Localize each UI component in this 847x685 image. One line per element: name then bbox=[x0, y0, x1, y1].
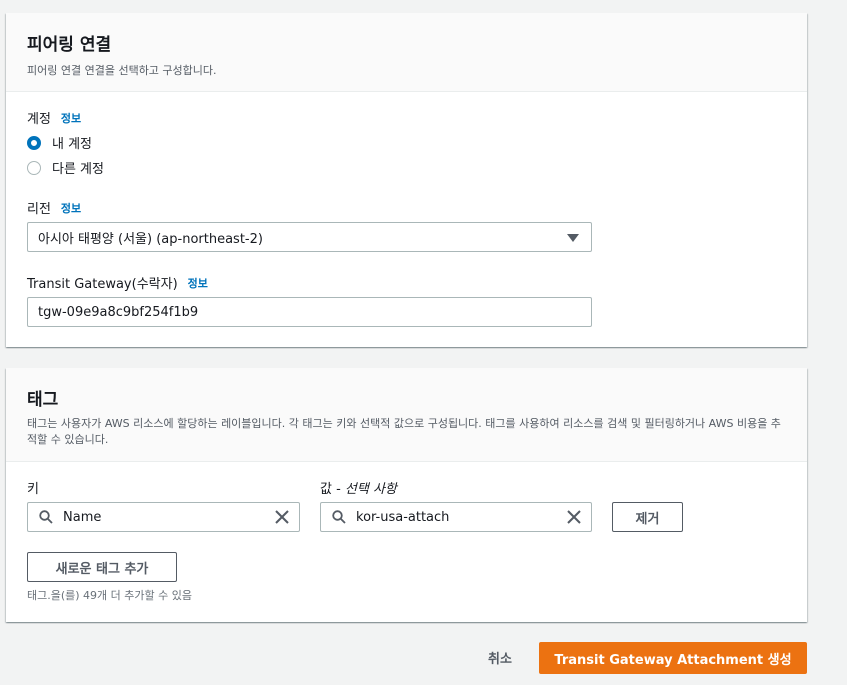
tag-value-label-optional: 선택 사항 bbox=[344, 482, 397, 497]
radio-other-account-label: 다른 계정 bbox=[52, 162, 104, 177]
tag-key-value: Name bbox=[63, 509, 102, 525]
radio-my-account-label: 내 계정 bbox=[52, 137, 93, 152]
cancel-button[interactable]: 취소 bbox=[488, 648, 512, 667]
region-select-value: 아시아 태평양 (서울) (ap-northeast-2) bbox=[38, 231, 263, 247]
tags-panel-description: 태그는 사용자가 AWS 리소스에 할당하는 레이블입니다. 각 태그는 키와 … bbox=[27, 417, 781, 446]
remove-tag-button[interactable]: 제거 bbox=[612, 502, 683, 532]
clear-icon[interactable] bbox=[275, 510, 289, 524]
region-label-row: 리전 정보 bbox=[27, 198, 81, 218]
peering-panel-title: 피어링 연결 bbox=[27, 35, 112, 55]
tags-remaining-hint: 태그.을(를) 49개 더 추가할 수 있음 bbox=[27, 589, 192, 602]
add-tag-button[interactable]: 새로운 태그 추가 bbox=[27, 552, 177, 582]
tags-panel-header: 태그 태그는 사용자가 AWS 리소스에 할당하는 레이블입니다. 각 태그는 … bbox=[6, 368, 807, 462]
radio-unchecked-icon[interactable] bbox=[27, 160, 41, 175]
tgw-input[interactable]: tgw-09e9a8c9bf254f1b9 bbox=[27, 297, 592, 327]
tgw-input-value: tgw-09e9a8c9bf254f1b9 bbox=[38, 304, 199, 320]
tags-panel: 태그 태그는 사용자가 AWS 리소스에 할당하는 레이블입니다. 각 태그는 … bbox=[6, 368, 807, 622]
tgw-label: Transit Gateway(수락자) bbox=[27, 277, 178, 292]
tags-panel-title: 태그 bbox=[27, 390, 59, 410]
tag-key-input[interactable]: Name bbox=[27, 502, 300, 532]
account-label: 계정 bbox=[27, 112, 51, 127]
create-attachment-button[interactable]: Transit Gateway Attachment 생성 bbox=[539, 642, 807, 674]
radio-other-account[interactable]: 다른 계정 bbox=[27, 158, 104, 177]
region-info-link[interactable]: 정보 bbox=[61, 200, 81, 216]
tag-value-input[interactable]: kor-usa-attach bbox=[320, 502, 592, 532]
search-icon bbox=[39, 510, 53, 524]
account-label-row: 계정 정보 bbox=[27, 108, 81, 128]
region-label: 리전 bbox=[27, 202, 51, 217]
account-info-link[interactable]: 정보 bbox=[61, 110, 81, 126]
tgw-info-link[interactable]: 정보 bbox=[188, 275, 208, 291]
tag-value-value: kor-usa-attach bbox=[356, 509, 450, 525]
tgw-label-row: Transit Gateway(수락자) 정보 bbox=[27, 273, 208, 293]
peering-connection-panel: 피어링 연결 피어링 연결 연결을 선택하고 구성합니다. 계정 정보 내 계정… bbox=[6, 13, 807, 347]
search-icon bbox=[332, 510, 346, 524]
tag-value-label: 값 - 선택 사항 bbox=[320, 478, 397, 497]
radio-my-account[interactable]: 내 계정 bbox=[27, 133, 92, 152]
tag-value-label-prefix: 값 - bbox=[320, 482, 345, 497]
radio-checked-icon[interactable] bbox=[27, 135, 41, 150]
caret-down-icon bbox=[567, 234, 579, 242]
peering-panel-description: 피어링 연결 연결을 선택하고 구성합니다. bbox=[27, 64, 217, 77]
tag-key-label: 키 bbox=[27, 482, 39, 497]
peering-panel-header: 피어링 연결 피어링 연결 연결을 선택하고 구성합니다. bbox=[6, 13, 807, 92]
clear-icon[interactable] bbox=[567, 510, 581, 524]
region-select[interactable]: 아시아 태평양 (서울) (ap-northeast-2) bbox=[27, 222, 592, 252]
